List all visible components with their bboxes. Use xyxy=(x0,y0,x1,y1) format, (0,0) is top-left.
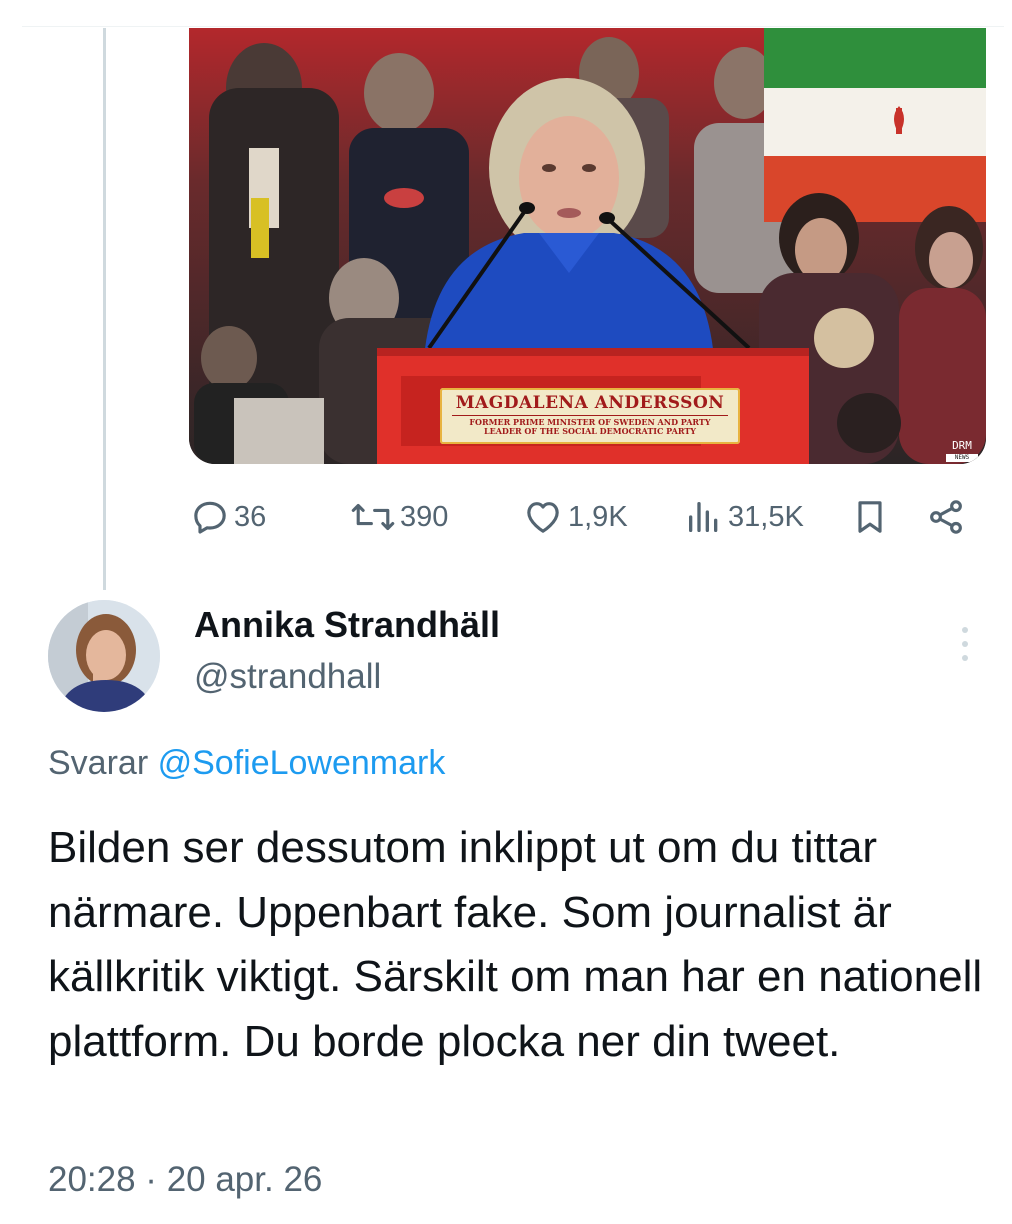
top-divider xyxy=(22,26,1004,27)
like-icon xyxy=(527,502,559,533)
reply-count: 36 xyxy=(234,500,267,533)
tweet-text: Bilden ser dessutom inklippt ut om du ti… xyxy=(48,823,983,1066)
reply-icon xyxy=(194,501,226,534)
avatar-image xyxy=(48,600,160,712)
podium-nameplate: MAGDALENA ANDERSSON FORMER PRIME MINISTE… xyxy=(440,388,740,444)
repost-icon xyxy=(351,503,395,531)
podium-rule xyxy=(452,415,728,416)
author-handle[interactable]: @strandhall xyxy=(194,657,381,697)
broadcaster-logo-sub: NEWS xyxy=(946,454,978,462)
tweet-media-image[interactable]: MAGDALENA ANDERSSON FORMER PRIME MINISTE… xyxy=(189,28,986,464)
views-count: 31,5K xyxy=(728,500,804,533)
repost-button[interactable]: 390 xyxy=(350,494,448,540)
share-icon xyxy=(930,500,962,534)
broadcaster-logo-text: DRM xyxy=(952,439,972,452)
replying-to-line: Svarar @SofieLowenmark xyxy=(48,744,445,783)
podium-name: MAGDALENA ANDERSSON xyxy=(455,393,725,413)
like-button[interactable]: 1,9K xyxy=(522,494,628,540)
broadcaster-logo: DRM NEWS xyxy=(946,440,978,464)
repost-count: 390 xyxy=(400,500,449,533)
like-count: 1,9K xyxy=(568,500,628,533)
reply-button[interactable]: 36 xyxy=(190,494,266,540)
bookmark-button[interactable] xyxy=(850,494,890,540)
replying-to-prefix: Svarar xyxy=(48,744,149,782)
avatar[interactable] xyxy=(48,600,160,712)
podium-subtitle-line2: LEADER OF THE SOCIAL DEMOCRATIC PARTY xyxy=(483,426,696,436)
share-button[interactable] xyxy=(926,494,966,540)
tweet-action-bar: 36 390 1,9K 31,5K xyxy=(0,494,1012,540)
views-button[interactable]: 31,5K xyxy=(684,494,804,540)
more-options-button[interactable] xyxy=(945,620,985,668)
author-display-name[interactable]: Annika Strandhäll xyxy=(194,604,500,646)
bookmark-icon xyxy=(858,501,882,533)
replying-to-link[interactable]: @SofieLowenmark xyxy=(158,744,446,782)
views-icon xyxy=(689,502,718,532)
tweet-timestamp[interactable]: 20:28 · 20 apr. 26 xyxy=(48,1160,322,1200)
more-icon xyxy=(962,627,968,661)
